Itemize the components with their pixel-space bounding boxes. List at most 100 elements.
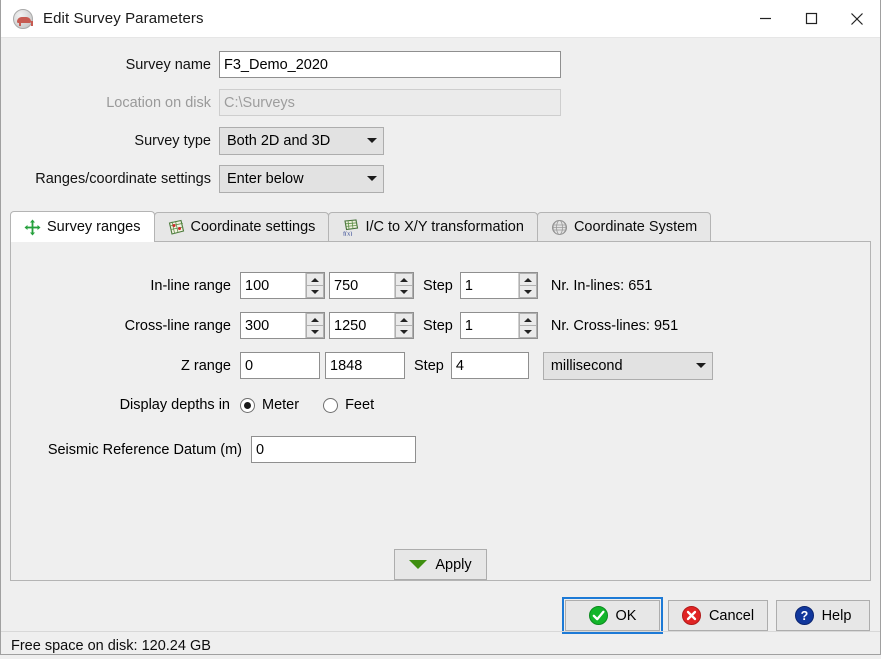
- check-circle-icon: [588, 606, 608, 625]
- inline-start-spinner[interactable]: [240, 272, 325, 299]
- crossline-step-label: Step: [423, 317, 453, 334]
- ranges-settings-value: Enter below: [227, 170, 304, 187]
- spin-up-button[interactable]: [395, 313, 413, 325]
- crossline-stop-spin-buttons[interactable]: [394, 313, 413, 338]
- ranges-settings-label: Ranges/coordinate settings: [35, 170, 211, 187]
- z-range-step-input[interactable]: [450, 352, 529, 379]
- tab-survey-ranges-label: Survey ranges: [47, 219, 141, 235]
- z-range-step-label: Step: [414, 357, 444, 374]
- radio-feet-label: Feet: [345, 397, 375, 413]
- tab-coordinate-settings-label: Coordinate settings: [190, 219, 316, 235]
- close-button[interactable]: [834, 0, 880, 37]
- x-circle-icon: [681, 606, 701, 625]
- spin-up-button[interactable]: [395, 273, 413, 285]
- survey-type-value: Both 2D and 3D: [227, 132, 331, 149]
- survey-app-icon: [13, 8, 33, 29]
- inline-step-spin-buttons[interactable]: [517, 273, 537, 298]
- spin-down-button[interactable]: [518, 285, 537, 298]
- dialog-button-bar: OK Cancel ? Help: [1, 591, 880, 634]
- edit-survey-parameters-dialog: Edit Survey Parameters Survey name Locat…: [0, 0, 881, 655]
- survey-name-input[interactable]: [219, 51, 561, 78]
- spin-up-button[interactable]: [306, 273, 324, 285]
- inline-start-spin-buttons[interactable]: [305, 273, 324, 298]
- radio-feet[interactable]: Feet: [323, 397, 374, 413]
- survey-info-form: Survey name Location on disk Survey type…: [1, 38, 880, 200]
- spin-down-button[interactable]: [306, 325, 324, 338]
- inline-range-label: In-line range: [150, 277, 231, 294]
- spin-up-button[interactable]: [518, 313, 537, 325]
- seismic-reference-datum-row: Seismic Reference Datum (m): [11, 434, 870, 465]
- crossline-stop-input[interactable]: [330, 313, 394, 338]
- inline-stop-spin-buttons[interactable]: [394, 273, 413, 298]
- radio-meter-label: Meter: [262, 397, 300, 413]
- seismic-reference-datum-label: Seismic Reference Datum (m): [47, 441, 242, 458]
- crossline-count-text: Nr. Cross-lines: 951: [550, 317, 679, 334]
- ranges-settings-dropdown[interactable]: Enter below: [219, 164, 384, 193]
- minimize-button[interactable]: [742, 0, 788, 37]
- survey-type-dropdown[interactable]: Both 2D and 3D: [219, 126, 384, 155]
- radio-feet-dot: [323, 397, 339, 413]
- grid-map-icon: [168, 219, 185, 236]
- inline-count-text: Nr. In-lines: 651: [550, 277, 653, 294]
- question-circle-icon: ?: [794, 606, 814, 625]
- crossline-step-spin-buttons[interactable]: [517, 313, 537, 338]
- cancel-button[interactable]: Cancel: [668, 600, 768, 631]
- crossline-start-spin-buttons[interactable]: [305, 313, 324, 338]
- crossline-range-label: Cross-line range: [124, 317, 231, 334]
- z-range-row: Z range Step millisecond: [11, 350, 870, 381]
- inline-step-input[interactable]: [460, 273, 518, 298]
- ok-button-label: OK: [615, 607, 637, 624]
- seismic-reference-datum-input[interactable]: [251, 436, 416, 463]
- apply-button[interactable]: Apply: [394, 549, 487, 580]
- tab-coordinate-settings[interactable]: Coordinate settings: [153, 212, 330, 241]
- inline-stop-spinner[interactable]: [329, 272, 414, 299]
- spin-down-button[interactable]: [395, 285, 413, 298]
- tab-ic-to-xy-transformation[interactable]: f(x) I/C to X/Y transformation: [328, 212, 538, 241]
- help-button-label: Help: [821, 607, 852, 624]
- display-depths-row: Display depths in Meter Feet: [11, 390, 870, 420]
- crossline-stop-spinner[interactable]: [329, 312, 414, 339]
- z-range-label: Z range: [181, 357, 231, 374]
- z-unit-dropdown[interactable]: millisecond: [542, 351, 713, 380]
- z-range-start-input[interactable]: [240, 352, 320, 379]
- crossline-range-row: Cross-line range Step: [11, 310, 870, 341]
- radio-meter[interactable]: Meter: [240, 397, 299, 413]
- spin-down-button[interactable]: [518, 325, 537, 338]
- tab-coordinate-system-label: Coordinate System: [573, 219, 698, 235]
- spin-down-button[interactable]: [306, 285, 324, 298]
- survey-type-row: Survey type Both 2D and 3D: [1, 124, 880, 157]
- inline-stop-input[interactable]: [330, 273, 394, 298]
- survey-ranges-panel: In-line range Step: [10, 242, 871, 581]
- chevron-down-icon: [367, 176, 377, 181]
- location-on-disk-row: Location on disk: [1, 86, 880, 119]
- crossline-step-spinner[interactable]: [459, 312, 538, 339]
- crossline-step-input[interactable]: [460, 313, 518, 338]
- ok-button[interactable]: OK: [562, 597, 663, 634]
- inline-start-input[interactable]: [241, 273, 305, 298]
- z-range-stop-input[interactable]: [325, 352, 405, 379]
- inline-step-spinner[interactable]: [459, 272, 538, 299]
- tab-survey-ranges[interactable]: Survey ranges: [10, 211, 155, 242]
- crossline-start-input[interactable]: [241, 313, 305, 338]
- z-unit-value: millisecond: [550, 357, 623, 374]
- spin-up-button[interactable]: [306, 313, 324, 325]
- free-space-text: Free space on disk: 120.24 GB: [11, 637, 211, 654]
- spin-up-button[interactable]: [518, 273, 537, 285]
- tab-strip: Survey ranges Coordinate settings f(x) I…: [10, 211, 871, 242]
- survey-type-label: Survey type: [134, 132, 211, 149]
- chevron-down-icon: [695, 363, 706, 368]
- apply-row: Apply: [11, 549, 870, 580]
- cancel-button-label: Cancel: [708, 607, 755, 624]
- survey-name-row: Survey name: [1, 48, 880, 81]
- tab-coordinate-system[interactable]: Coordinate System: [536, 212, 712, 241]
- maximize-button[interactable]: [788, 0, 834, 37]
- inline-range-row: In-line range Step: [11, 270, 870, 301]
- crossline-start-spinner[interactable]: [240, 312, 325, 339]
- radio-meter-dot: [240, 397, 255, 413]
- spin-down-button[interactable]: [395, 325, 413, 338]
- window-title: Edit Survey Parameters: [43, 10, 204, 27]
- title-bar: Edit Survey Parameters: [1, 0, 880, 38]
- inline-step-label: Step: [423, 277, 453, 294]
- location-on-disk-input: [219, 89, 561, 116]
- help-button[interactable]: ? Help: [776, 600, 870, 631]
